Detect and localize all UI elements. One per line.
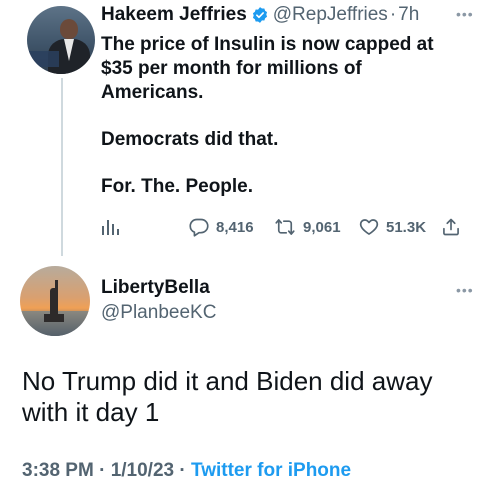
- author-avatar[interactable]: [27, 6, 95, 74]
- heart-icon: [359, 219, 379, 235]
- reply-author-avatar[interactable]: [20, 266, 90, 336]
- reply-button[interactable]: 8,416: [189, 215, 254, 239]
- tweet-line: For. The. People.: [101, 176, 254, 197]
- tweet-meta: 3:38 PM · 1/10/23 · Twitter for iPhone: [22, 460, 351, 482]
- author-handle[interactable]: @RepJeffries: [273, 4, 388, 26]
- tweet-header: Hakeem Jeffries @RepJeffries · 7h: [101, 4, 419, 26]
- handle-time-separator: ·: [389, 4, 397, 25]
- meta-separator: ·: [179, 460, 186, 481]
- share-button[interactable]: [441, 215, 468, 239]
- reply-author-name[interactable]: LibertyBella: [101, 276, 210, 300]
- retweet-count: 9,061: [303, 218, 341, 236]
- more-icon[interactable]: •••: [456, 6, 474, 22]
- retweet-button[interactable]: 9,061: [274, 215, 341, 239]
- tweet-line: $35 per month for millions of: [101, 58, 362, 79]
- tweet-actions: 8,416 9,061 51.3K: [100, 215, 470, 239]
- tweet-body: The price of Insulin is now capped at $3…: [101, 33, 461, 199]
- more-icon[interactable]: •••: [456, 282, 474, 298]
- reply-icon: [189, 218, 209, 237]
- like-button[interactable]: 51.3K: [359, 215, 426, 239]
- analytics-icon: [102, 220, 119, 235]
- verified-badge-icon: [252, 7, 267, 23]
- thread-line: [61, 78, 63, 256]
- tweet-line: Americans.: [101, 82, 204, 103]
- tweet-timestamp[interactable]: 3:38 PM: [22, 460, 94, 481]
- like-count: 51.3K: [386, 218, 427, 236]
- tweet-source-link[interactable]: Twitter for iPhone: [191, 460, 351, 481]
- tweet-date[interactable]: 1/10/23: [111, 460, 174, 481]
- reply-count: 8,416: [216, 218, 254, 236]
- tweet-time[interactable]: 7h: [398, 4, 419, 26]
- analytics-button[interactable]: [100, 215, 127, 239]
- share-icon: [443, 218, 459, 236]
- meta-separator: ·: [99, 460, 106, 481]
- reply-text: No Trump did it and Biden did away with …: [22, 366, 433, 427]
- retweet-icon: [275, 219, 295, 235]
- tweet-line: Democrats did that.: [101, 129, 279, 150]
- tweet-line: The price of Insulin is now capped at: [101, 34, 434, 55]
- reply-author-handle[interactable]: @PlanbeeKC: [101, 301, 216, 325]
- author-name[interactable]: Hakeem Jeffries: [101, 4, 247, 26]
